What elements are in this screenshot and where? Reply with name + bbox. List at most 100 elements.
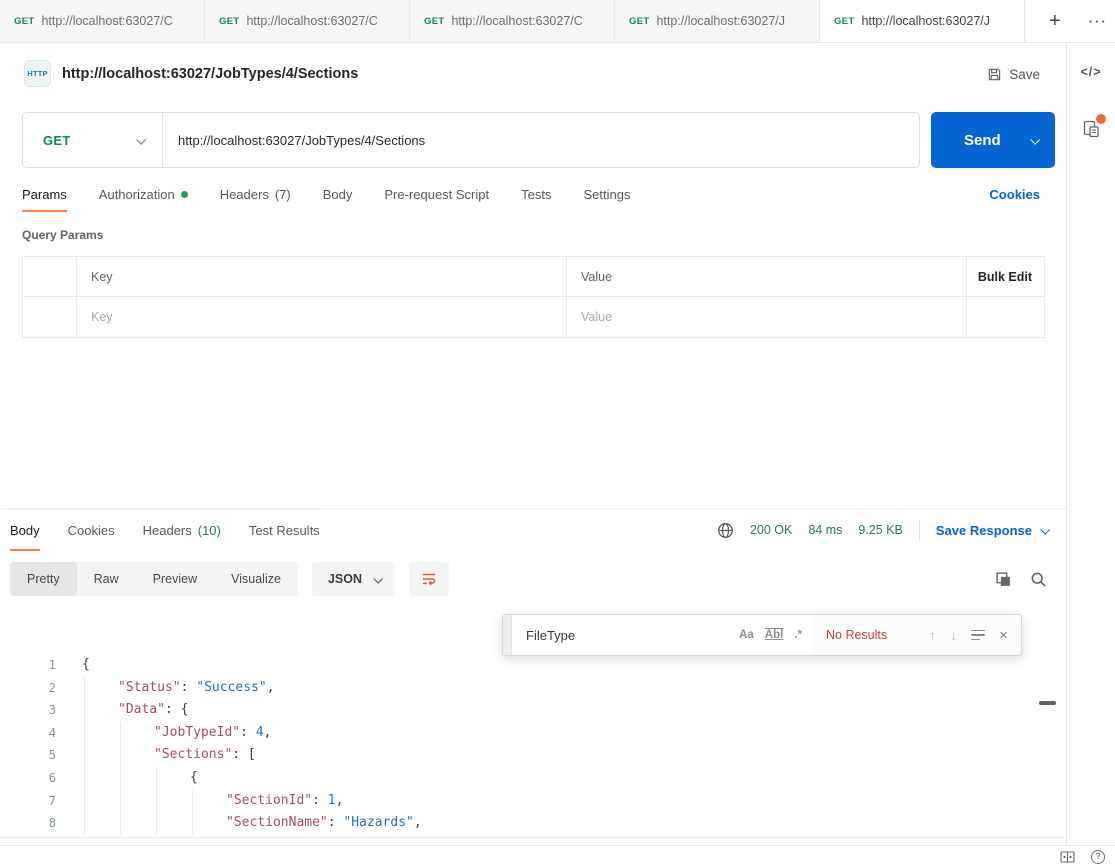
scrollbar-thumb[interactable]: [1039, 701, 1056, 705]
request-tab-pre-request-script[interactable]: Pre-request Script: [384, 177, 489, 212]
chevron-down-icon: [136, 134, 146, 144]
cookies-link[interactable]: Cookies: [989, 177, 1040, 212]
bottom-bar: ?: [0, 845, 1115, 868]
request-tab-body[interactable]: Body: [323, 177, 353, 212]
send-options-chevron-icon[interactable]: [1030, 135, 1040, 145]
indent-guide: [84, 699, 85, 722]
response-tab-headers[interactable]: Headers(10): [143, 510, 221, 551]
tab-fade: [998, 0, 1024, 42]
token-s: "Success": [196, 680, 266, 695]
view-mode-preview[interactable]: Preview: [136, 562, 214, 596]
request-tab-settings[interactable]: Settings: [583, 177, 630, 212]
network-globe-icon[interactable]: [717, 522, 734, 539]
response-size[interactable]: 9.25 KB: [858, 523, 902, 537]
new-tab-button[interactable]: +: [1049, 10, 1061, 33]
tab-url-label: http://localhost:63027/C: [451, 14, 604, 28]
tab-method-label: GET: [834, 16, 854, 27]
request-tab-label: Params: [22, 187, 67, 202]
request-tab-authorization[interactable]: Authorization: [99, 177, 188, 212]
regex-toggle[interactable]: .*: [794, 629, 802, 641]
find-previous-button[interactable]: ↑: [929, 627, 936, 643]
url-input[interactable]: http://localhost:63027/JobTypes/4/Sectio…: [163, 133, 919, 148]
send-button-label: Send: [964, 132, 1001, 149]
split-pane-icon[interactable]: [1060, 851, 1075, 863]
browser-tab[interactable]: GEThttp://localhost:63027/C: [205, 0, 410, 42]
http-request-icon: HTTP: [24, 60, 51, 87]
line-number: 7: [0, 790, 56, 813]
code-line: 2"Status": "Success",: [0, 677, 1066, 700]
more-options-button[interactable]: ···: [1089, 14, 1108, 29]
help-icon[interactable]: ?: [1091, 850, 1105, 864]
notification-dot: [1096, 114, 1106, 124]
line-number: 8: [0, 812, 56, 835]
find-bar-drag-handle[interactable]: [503, 615, 512, 655]
chevron-down-icon: [373, 573, 383, 583]
save-button[interactable]: Save: [987, 43, 1040, 105]
code-text: "SectionName": "Hazards",: [226, 812, 422, 835]
response-actions: [995, 562, 1047, 596]
match-case-toggle[interactable]: Aa: [739, 629, 754, 641]
indent-guide: [192, 812, 193, 835]
request-tabs: Params Authorization Headers(7) Body Pre-req…: [22, 177, 630, 212]
tab-fade: [178, 0, 204, 42]
request-tab-label: Tests: [521, 187, 551, 202]
response-toolbar: PrettyRawPreviewVisualize JSON: [10, 562, 449, 596]
wrap-text-button[interactable]: [409, 562, 449, 596]
response-tab-label: Headers: [143, 523, 192, 538]
code-line: 3"Data": {: [0, 699, 1066, 722]
request-tab-tests[interactable]: Tests: [521, 177, 551, 212]
request-tab-headers[interactable]: Headers(7): [220, 177, 291, 212]
code-snippet-icon[interactable]: </>: [1080, 65, 1101, 79]
code-text: "SectionId": 1,: [226, 790, 343, 813]
param-key-input[interactable]: Key: [77, 297, 567, 337]
token-s: "Hazards": [343, 815, 413, 830]
tab-method-label: GET: [424, 16, 444, 27]
browser-tab[interactable]: GEThttp://localhost:63027/J: [615, 0, 820, 42]
browser-tab-strip: GEThttp://localhost:63027/CGEThttp://loc…: [0, 0, 1115, 43]
response-tab-label: Body: [10, 523, 40, 538]
param-actions-cell: [967, 297, 1044, 337]
browser-tab[interactable]: GEThttp://localhost:63027/J: [820, 0, 1025, 42]
browser-tab[interactable]: GEThttp://localhost:63027/C: [0, 0, 205, 42]
response-tab-body[interactable]: Body: [10, 510, 40, 551]
indent-guide: [84, 722, 85, 745]
browser-tab[interactable]: GET http://localhost:63027/C: [410, 0, 615, 42]
indent-guide: [120, 767, 121, 790]
indent-guide: [156, 767, 157, 790]
send-button[interactable]: Send: [931, 112, 1055, 168]
response-time[interactable]: 84 ms: [808, 523, 842, 537]
token-k: "JobTypeId": [154, 725, 240, 740]
response-format-select[interactable]: JSON: [312, 562, 395, 596]
response-tab-cookies[interactable]: Cookies: [68, 510, 115, 551]
request-tab-params[interactable]: Params: [22, 177, 67, 212]
search-response-button[interactable]: [1030, 571, 1047, 588]
find-close-button[interactable]: ×: [999, 628, 1008, 643]
indent-guide: [84, 767, 85, 790]
token-p: ,: [267, 680, 275, 695]
tab-method-label: GET: [219, 16, 239, 27]
find-input[interactable]: [526, 628, 739, 643]
view-mode-pretty[interactable]: Pretty: [10, 562, 77, 596]
method-selector[interactable]: GET: [23, 113, 163, 167]
save-response-button[interactable]: Save Response: [936, 523, 1048, 538]
tab-url-label: http://localhost:63027/J: [656, 14, 809, 28]
param-value-input[interactable]: Value: [567, 297, 967, 337]
copy-response-button[interactable]: [995, 571, 1012, 588]
view-mode-raw[interactable]: Raw: [77, 562, 136, 596]
request-title: http://localhost:63027/JobTypes/4/Sectio…: [62, 43, 358, 105]
find-results-text: No Results: [826, 628, 887, 642]
bulk-edit-button[interactable]: Bulk Edit: [978, 270, 1032, 284]
save-response-label: Save Response: [936, 523, 1032, 538]
indent-guide: [156, 790, 157, 813]
find-in-filtered-lines-icon[interactable]: [971, 630, 985, 641]
response-code[interactable]: 1{2"Status": "Success",3"Data": {4"JobTy…: [0, 654, 1066, 838]
status-code[interactable]: 200 OK: [750, 523, 792, 537]
line-number: 6: [0, 767, 56, 790]
response-tab-test-results[interactable]: Test Results: [249, 510, 320, 551]
find-next-button[interactable]: ↓: [950, 627, 957, 643]
token-p: : [: [232, 747, 255, 762]
comments-icon[interactable]: [1081, 119, 1101, 139]
whole-word-toggle[interactable]: Abl: [765, 629, 784, 641]
find-bar: Aa Abl .* No Results ↑ ↓ ×: [502, 614, 1022, 656]
view-mode-visualize[interactable]: Visualize: [214, 562, 298, 596]
